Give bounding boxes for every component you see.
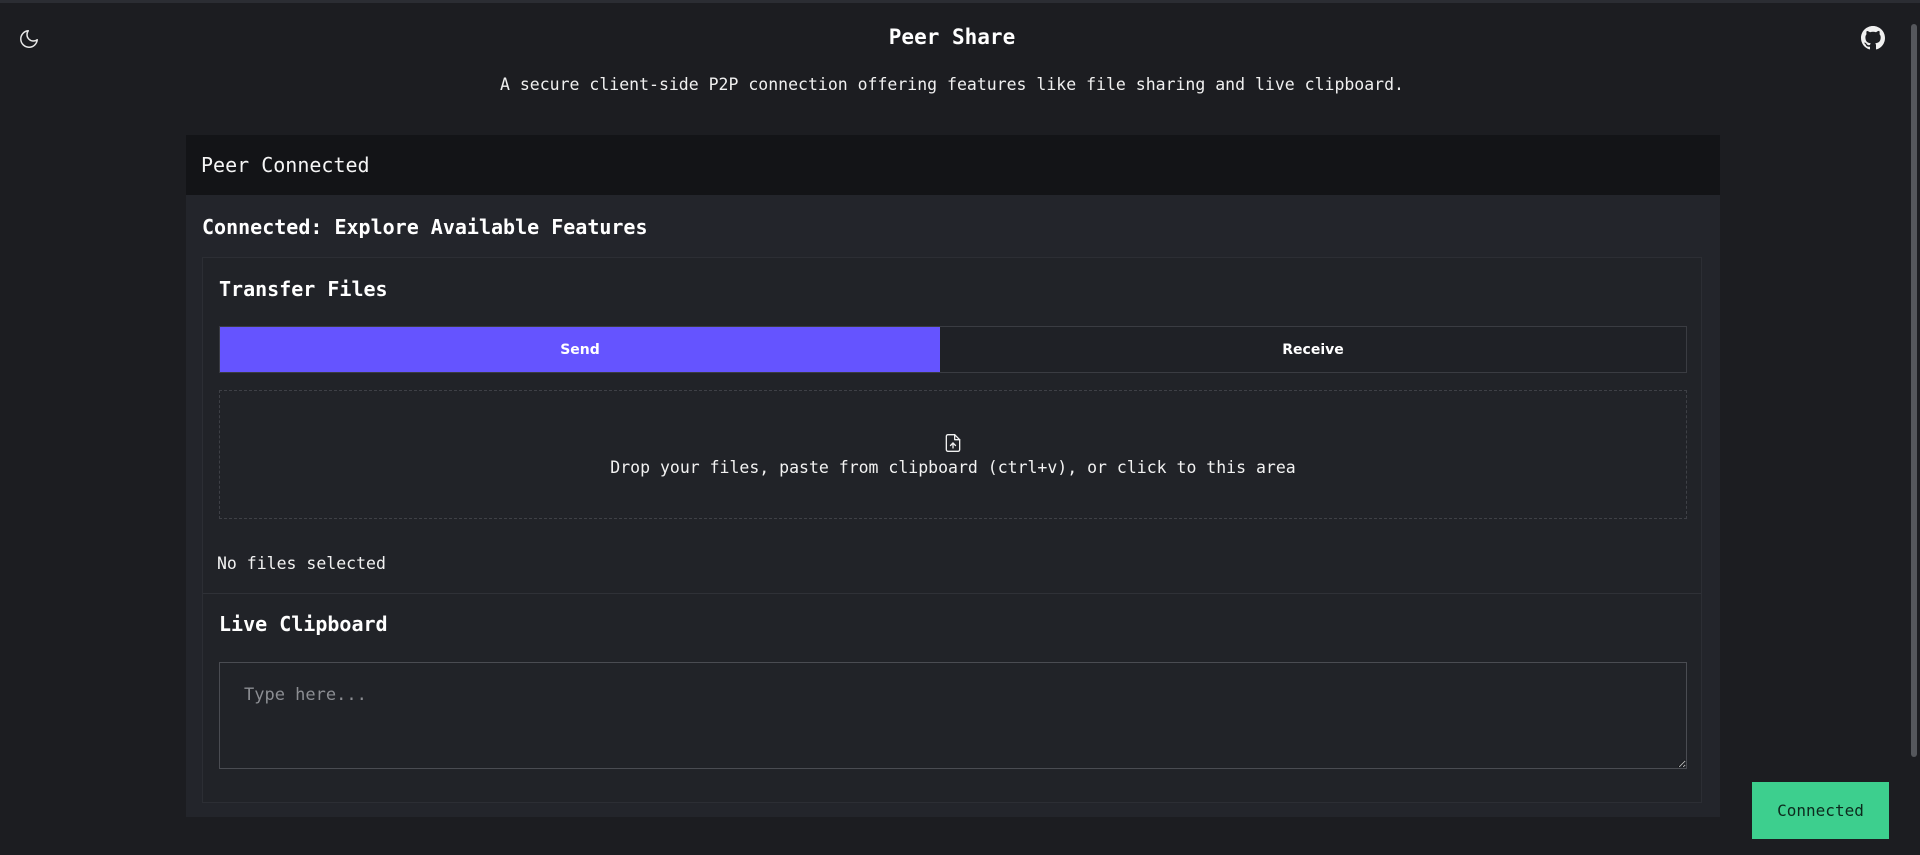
- card-header-title: Peer Connected: [201, 153, 370, 177]
- features-panel: Transfer Files Send Receive Drop your fi…: [202, 257, 1702, 803]
- app-subtitle: A secure client-side P2P connection offe…: [500, 75, 1404, 94]
- selected-files-status: No files selected: [217, 554, 386, 573]
- scrollbar-thumb[interactable]: [1911, 24, 1917, 757]
- peer-card: Peer Connected Connected: Explore Availa…: [186, 135, 1720, 817]
- transfer-files-title: Transfer Files: [219, 277, 388, 301]
- card-heading: Connected: Explore Available Features: [202, 215, 648, 239]
- page-scrollbar[interactable]: [1908, 6, 1920, 855]
- file-dropzone[interactable]: Drop your files, paste from clipboard (c…: [219, 390, 1687, 519]
- connection-status-badge: Connected: [1752, 782, 1889, 839]
- file-upload-icon: [945, 434, 961, 452]
- github-icon: [1861, 26, 1885, 50]
- section-divider: [203, 593, 1701, 594]
- card-header: Peer Connected: [186, 135, 1720, 195]
- tab-receive[interactable]: Receive: [940, 327, 1686, 372]
- transfer-tabs: Send Receive: [219, 326, 1687, 373]
- live-clipboard-title: Live Clipboard: [219, 612, 388, 636]
- github-link[interactable]: [1860, 25, 1886, 51]
- tab-send[interactable]: Send: [220, 327, 940, 372]
- dropzone-text: Drop your files, paste from clipboard (c…: [610, 458, 1296, 477]
- app-title: Peer Share: [888, 25, 1016, 49]
- app-window: Peer Share A secure client-side P2P conn…: [0, 0, 1920, 855]
- live-clipboard-input[interactable]: [219, 662, 1687, 769]
